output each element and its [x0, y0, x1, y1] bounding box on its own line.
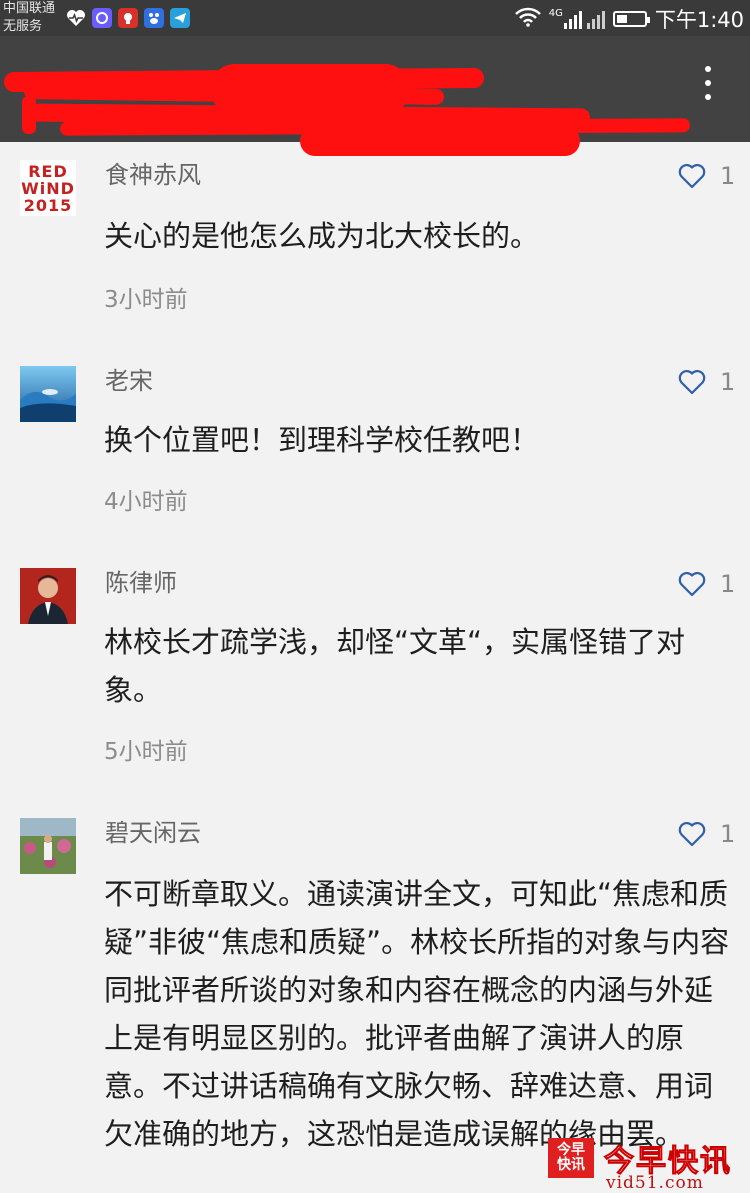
heart-icon	[678, 164, 706, 189]
avatar-text-line: 2015	[23, 196, 73, 215]
heart-icon	[678, 572, 706, 597]
like-button[interactable]: 1	[678, 570, 735, 598]
avatar[interactable]	[20, 818, 76, 874]
carrier-name: 中国联通	[3, 1, 56, 16]
app-bar	[0, 36, 750, 156]
network-type: 4G	[548, 8, 563, 19]
avatar-text-line: WiND	[21, 179, 75, 198]
like-count: 1	[720, 368, 736, 396]
comment-author[interactable]: 食神赤风	[105, 160, 201, 190]
avatar[interactable]	[20, 568, 76, 624]
watermark: 今早快讯 今早快讯 vid51.com	[548, 1136, 748, 1193]
comment-text: 换个位置吧！到理科学校任教吧！	[104, 423, 540, 457]
like-count: 1	[720, 820, 736, 848]
heartbeat-icon	[66, 8, 86, 28]
avatar[interactable]	[20, 366, 76, 422]
signal-icon: 4G	[549, 9, 605, 29]
system-indicators: 4G 下午1:40	[514, 4, 744, 34]
watermark-url: vid51.com	[606, 1173, 704, 1193]
comment-author[interactable]: 老宋	[105, 366, 153, 396]
status-bar: 中国联通 无服务 4G 下午1:40	[0, 0, 750, 36]
notification-icons	[66, 8, 190, 28]
avatar-image	[20, 818, 76, 874]
watermark-logo: 今早快讯	[548, 1138, 594, 1178]
like-count: 1	[720, 570, 736, 598]
wifi-icon	[514, 7, 541, 32]
carrier-info: 中国联通 无服务	[3, 0, 55, 36]
comment-text: 不可断章取义。通读演讲全文，可知此“焦虑和质疑”非彼“焦虑和质疑”。林校长所指的…	[104, 877, 730, 1151]
red-app-icon	[118, 8, 138, 28]
comment-text: 林校长才疏学浅，却怪“文革“，实属怪错了对象。	[104, 625, 686, 707]
comment-time: 3小时前	[104, 287, 188, 313]
message-app-icon	[92, 8, 112, 28]
telegram-icon	[170, 8, 190, 28]
avatar[interactable]: RED WiND 2015	[20, 160, 76, 216]
watermark-logo-text: 今早快讯	[557, 1142, 585, 1173]
like-count: 1	[720, 162, 736, 190]
like-button[interactable]: 1	[678, 820, 735, 848]
avatar-image	[20, 366, 76, 422]
heart-icon	[678, 822, 706, 847]
comment-author[interactable]: 陈律师	[105, 568, 177, 598]
like-button[interactable]: 1	[678, 368, 735, 396]
paw-app-icon	[144, 8, 164, 28]
battery-icon	[612, 11, 650, 27]
avatar-image	[20, 568, 76, 624]
more-vert-icon[interactable]	[698, 64, 718, 108]
comment-time: 5小时前	[104, 739, 188, 765]
heart-icon	[678, 370, 706, 395]
comment-text: 关心的是他怎么成为北大校长的。	[104, 219, 540, 253]
clock: 下午1:40	[654, 8, 744, 32]
like-button[interactable]: 1	[678, 162, 735, 190]
service-status: 无服务	[3, 19, 43, 34]
avatar-text-line: RED	[28, 162, 68, 181]
comment-author[interactable]: 碧天闲云	[105, 818, 201, 848]
comment-time: 4小时前	[104, 489, 188, 515]
